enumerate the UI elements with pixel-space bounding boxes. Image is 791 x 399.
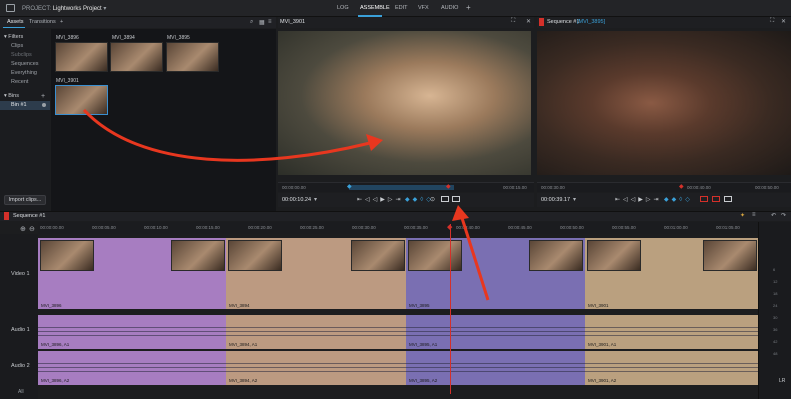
annotation-arrows	[82, 108, 490, 301]
arrow-curve	[82, 108, 371, 162]
arrow-line	[460, 217, 490, 301]
arrow-head	[366, 134, 383, 151]
arrow-head	[452, 205, 469, 221]
